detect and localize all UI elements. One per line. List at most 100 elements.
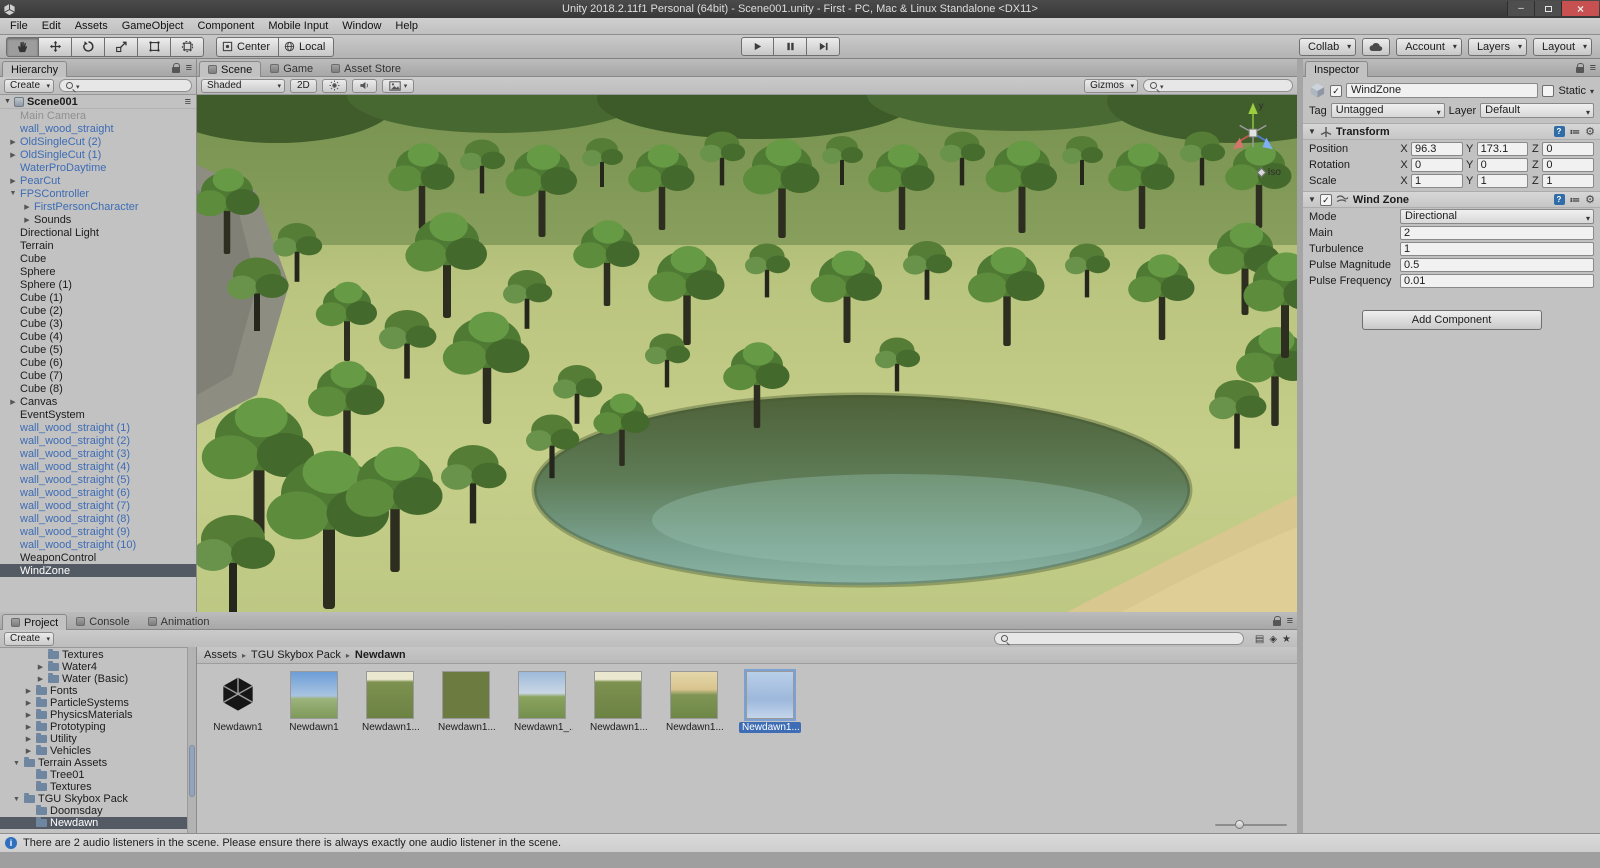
hierarchy-item-main-camera[interactable]: Main Camera: [0, 109, 196, 122]
static-checkbox[interactable]: [1542, 84, 1555, 97]
static-flags-caret-icon[interactable]: [1590, 85, 1594, 97]
project-tree-scrollbar[interactable]: [187, 647, 196, 833]
hierarchy-item-wall-wood-straight[interactable]: wall_wood_straight: [0, 122, 196, 135]
hierarchy-item-directional-light[interactable]: Directional Light: [0, 226, 196, 239]
status-bar[interactable]: There are 2 audio listeners in the scene…: [0, 833, 1600, 852]
play-button[interactable]: [741, 37, 774, 56]
expand-arrow-icon[interactable]: ▶: [8, 177, 18, 185]
project-folder-tgu-skybox-pack[interactable]: ▼ TGU Skybox Pack: [0, 793, 196, 805]
menu-window[interactable]: Window: [335, 18, 388, 34]
project-folder-water4[interactable]: ▶ Water4: [0, 661, 196, 673]
rect-tool-button[interactable]: [138, 36, 171, 57]
asset-item-8[interactable]: Newdawn1...: [739, 669, 801, 733]
layer-dropdown[interactable]: Default: [1480, 103, 1594, 118]
bottompanel-tab-project[interactable]: Project: [2, 614, 68, 630]
windzone-component-header[interactable]: ▼ Wind Zone: [1303, 191, 1600, 208]
windzone-help-book-icon[interactable]: [1553, 194, 1565, 205]
hierarchy-item-wall-wood-straight-9[interactable]: wall_wood_straight (9): [0, 525, 196, 538]
scene-gizmo[interactable]: y: [1215, 95, 1291, 171]
cloud-button[interactable]: [1362, 37, 1391, 56]
hierarchy-item-sphere-1[interactable]: Sphere (1): [0, 278, 196, 291]
transform-component-header[interactable]: ▼ Transform: [1303, 123, 1600, 140]
hierarchy-item-wall-wood-straight-4[interactable]: wall_wood_straight (4): [0, 460, 196, 473]
asset-item-4[interactable]: Newdawn1...: [435, 671, 497, 733]
audio-toggle-button[interactable]: [351, 78, 377, 93]
help-book-icon[interactable]: [1553, 126, 1565, 137]
asset-item-2[interactable]: Newdawn1: [283, 671, 345, 733]
windzone-pulse-magnitude-field[interactable]: 0.5: [1400, 257, 1594, 272]
hierarchy-item-cube-1[interactable]: Cube (1): [0, 291, 196, 304]
asset-item-1[interactable]: Newdawn1: [207, 671, 269, 733]
expand-arrow-icon[interactable]: ▼: [8, 190, 18, 197]
maximize-button[interactable]: [1534, 1, 1561, 16]
hierarchy-create-button[interactable]: Create: [4, 78, 55, 93]
menu-gameobject[interactable]: GameObject: [115, 18, 191, 34]
project-folder-newdawn[interactable]: Newdawn: [0, 817, 196, 829]
windzone-turbulence-field[interactable]: 1: [1400, 241, 1594, 256]
project-folder-textures[interactable]: Textures: [0, 781, 196, 793]
transform-tool-button[interactable]: [171, 36, 204, 57]
scene-search-input[interactable]: [1143, 79, 1293, 92]
scene-viewport[interactable]: y Iso: [197, 95, 1297, 612]
windzone-expand-icon[interactable]: ▼: [1308, 195, 1316, 204]
hierarchy-item-cube-5[interactable]: Cube (5): [0, 343, 196, 356]
hierarchy-item-cube-4[interactable]: Cube (4): [0, 330, 196, 343]
windzone-enabled-checkbox[interactable]: [1319, 193, 1332, 206]
hierarchy-search-input[interactable]: [59, 79, 192, 92]
folder-expand-arrow-icon[interactable]: ▼: [12, 760, 21, 767]
gear-icon[interactable]: [1585, 126, 1595, 138]
hierarchy-item-cube-8[interactable]: Cube (8): [0, 382, 196, 395]
folder-expand-arrow-icon[interactable]: ▶: [24, 687, 33, 695]
hierarchy-item-wall-wood-straight-3[interactable]: wall_wood_straight (3): [0, 447, 196, 460]
hierarchy-item-waterprodaytime[interactable]: WaterProDaytime: [0, 161, 196, 174]
project-folder-tree01[interactable]: Tree01: [0, 769, 196, 781]
menu-file[interactable]: File: [3, 18, 35, 34]
hierarchy-item-wall-wood-straight-6[interactable]: wall_wood_straight (6): [0, 486, 196, 499]
project-search-input[interactable]: [993, 632, 1244, 645]
project-menu-icon[interactable]: [1287, 615, 1293, 627]
asset-item-3[interactable]: Newdawn1...: [359, 671, 421, 733]
project-folder-terrain-assets[interactable]: ▼ Terrain Assets: [0, 757, 196, 769]
move-tool-button[interactable]: [39, 36, 72, 57]
step-button[interactable]: [807, 37, 840, 56]
asset-item-5[interactable]: Newdawn1_...: [511, 671, 573, 733]
hierarchy-item-weaponcontrol[interactable]: WeaponControl: [0, 551, 196, 564]
folder-expand-arrow-icon[interactable]: ▶: [24, 711, 33, 719]
hierarchy-item-oldsinglecut-2[interactable]: ▶ OldSingleCut (2): [0, 135, 196, 148]
sceneview-tab-asset-store[interactable]: Asset Store: [322, 60, 410, 76]
scene-expand-arrow-icon[interactable]: ▼: [4, 98, 11, 105]
hierarchy-item-wall-wood-straight-10[interactable]: wall_wood_straight (10): [0, 538, 196, 551]
sceneview-tab-scene[interactable]: Scene: [199, 61, 262, 77]
menu-mobile-input[interactable]: Mobile Input: [261, 18, 335, 34]
folder-expand-arrow-icon[interactable]: ▶: [24, 699, 33, 707]
lock-icon[interactable]: [171, 63, 180, 73]
layers-dropdown[interactable]: Layers: [1467, 37, 1527, 56]
active-checkbox[interactable]: [1330, 84, 1342, 97]
bottompanel-tab-animation[interactable]: Animation: [139, 613, 219, 629]
asset-item-6[interactable]: Newdawn1...: [587, 671, 649, 733]
menu-help[interactable]: Help: [388, 18, 425, 34]
windzone-main-field[interactable]: 2: [1400, 225, 1594, 240]
scene-menu-icon[interactable]: [185, 96, 191, 108]
folder-expand-arrow-icon[interactable]: ▶: [24, 723, 33, 731]
project-folder-vehicles[interactable]: ▶ Vehicles: [0, 745, 196, 757]
hierarchy-item-cube-3[interactable]: Cube (3): [0, 317, 196, 330]
transform-position-z-field[interactable]: 0: [1542, 141, 1595, 156]
expand-arrow-icon[interactable]: ▶: [8, 398, 18, 406]
draw-mode-dropdown[interactable]: Shaded: [201, 78, 285, 93]
windzone-gear-icon[interactable]: [1585, 194, 1595, 206]
expand-arrow-icon[interactable]: ▶: [8, 151, 18, 159]
hierarchy-item-firstpersoncharacter[interactable]: ▶ FirstPersonCharacter: [0, 200, 196, 213]
hierarchy-item-cube-7[interactable]: Cube (7): [0, 369, 196, 382]
sceneview-tab-game[interactable]: Game: [261, 60, 322, 76]
folder-expand-arrow-icon[interactable]: ▶: [36, 663, 45, 671]
hand-tool-button[interactable]: [6, 36, 39, 57]
expand-arrow-icon[interactable]: ▶: [22, 203, 32, 211]
hierarchy-item-cube-2[interactable]: Cube (2): [0, 304, 196, 317]
transform-rotation-y-field[interactable]: 0: [1476, 157, 1529, 172]
hierarchy-item-wall-wood-straight-8[interactable]: wall_wood_straight (8): [0, 512, 196, 525]
hierarchy-item-cube[interactable]: Cube: [0, 252, 196, 265]
transform-expand-icon[interactable]: ▼: [1308, 127, 1316, 136]
bottompanel-tab-console[interactable]: Console: [67, 613, 138, 629]
hierarchy-item-pearcut[interactable]: ▶ PearCut: [0, 174, 196, 187]
